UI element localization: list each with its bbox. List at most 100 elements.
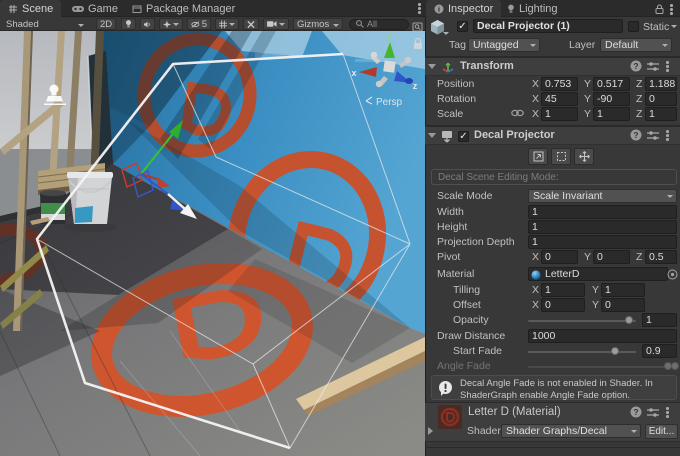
scene-lighting-toggle[interactable] [121, 18, 136, 30]
axis-y-label: Y [592, 299, 599, 312]
tab-game[interactable]: Game [64, 0, 126, 17]
angle-fade-warning-box: Decal Angle Fade is not enabled in Shade… [431, 375, 677, 400]
material-preview-thumbnail[interactable] [438, 405, 462, 429]
grid-icon [219, 20, 227, 29]
component-tools-button[interactable] [243, 18, 259, 30]
rotation-z-field[interactable]: 0 [645, 92, 677, 106]
material-foldout[interactable] [428, 427, 433, 435]
transform-presets-icon[interactable] [647, 61, 659, 72]
transform-menu-icon[interactable] [666, 61, 669, 72]
start-fade-slider[interactable] [528, 351, 636, 353]
width-field[interactable]: 1 [528, 205, 677, 219]
tab-lighting[interactable]: Lighting [499, 0, 566, 17]
start-fade-field[interactable]: 0.9 [642, 344, 677, 358]
persp-text: Persp [376, 97, 403, 108]
decal-projector-presets-icon[interactable] [647, 130, 659, 141]
pivot-y-field[interactable]: 0 [593, 250, 630, 264]
scene-search-input[interactable]: All [349, 19, 409, 30]
decal-pivot-mode-button[interactable] [574, 148, 594, 165]
scale-link-icon[interactable] [511, 109, 524, 117]
gameobject-name-field[interactable]: Decal Projector (1) [473, 19, 623, 33]
axis-z-label: Z [636, 108, 642, 121]
angle-fade-label: Angle Fade [437, 360, 491, 373]
chevron-down-icon [333, 24, 339, 27]
scene-viewport[interactable]: y x z Persp [0, 31, 425, 456]
projection-depth-field[interactable]: 1 [528, 235, 677, 249]
position-x-field[interactable]: 0.753 [541, 77, 578, 91]
pivot-z-field[interactable]: 0.5 [645, 250, 677, 264]
axis-x-label: X [532, 78, 539, 91]
info-icon: i [434, 4, 444, 14]
toggle-2d-button[interactable]: 2D [96, 18, 116, 30]
offset-y-field[interactable]: 0 [601, 298, 645, 312]
start-fade-slider-knob[interactable] [611, 347, 619, 355]
axis-x-label: X [532, 93, 539, 106]
material-menu-icon[interactable] [666, 407, 669, 418]
tab-scene[interactable]: Scene [0, 0, 61, 17]
axis-z-label: Z [636, 93, 642, 106]
scale-label: Scale [437, 108, 463, 121]
height-label: Height [437, 221, 467, 234]
decal-projector-help-icon[interactable]: ? [630, 129, 642, 141]
scene-camera-dropdown[interactable] [263, 18, 289, 30]
scene-tab-menu-icon[interactable] [418, 3, 421, 14]
static-chevron[interactable] [671, 25, 677, 28]
shading-mode-dropdown[interactable]: Shaded [2, 18, 88, 30]
scene-effects-dropdown[interactable] [159, 18, 183, 30]
tab-inspector[interactable]: i Inspector [426, 0, 501, 17]
tiling-x-field[interactable]: 1 [541, 283, 585, 297]
draw-distance-label: Draw Distance [437, 330, 505, 343]
opacity-label: Opacity [453, 314, 489, 327]
axis-y-label: Y [584, 108, 591, 121]
opacity-slider-knob[interactable] [625, 316, 633, 324]
material-object-field[interactable]: LetterD [528, 267, 668, 281]
scale-x-field[interactable]: 1 [541, 107, 578, 121]
inspector-menu-icon[interactable] [670, 4, 673, 15]
tab-package-manager[interactable]: Package Manager [124, 0, 243, 17]
transform-icon [441, 60, 455, 74]
crop-edit-icon [556, 151, 567, 162]
decal-projector-enabled-checkbox[interactable]: ✓ [458, 131, 469, 142]
scale-z-field[interactable]: 1 [645, 107, 677, 121]
tiling-y-field[interactable]: 1 [601, 283, 645, 297]
layer-dropdown[interactable]: Default [600, 38, 672, 52]
offset-x-field[interactable]: 0 [541, 298, 585, 312]
gameobject-enabled-checkbox[interactable]: ✓ [457, 21, 468, 32]
scene-audio-toggle[interactable] [140, 18, 155, 30]
chevron-down-icon [78, 24, 84, 27]
height-field[interactable]: 1 [528, 220, 677, 234]
lock-icon[interactable] [655, 4, 664, 14]
material-presets-icon[interactable] [647, 407, 659, 418]
decal-projector-menu-icon[interactable] [666, 130, 669, 141]
decal-projector-foldout[interactable] [428, 133, 436, 138]
transform-help-icon[interactable]: ? [630, 60, 642, 72]
gizmo-axis-z-label: z [413, 81, 418, 91]
object-picker-icon[interactable] [667, 269, 678, 280]
position-y-field[interactable]: 0.517 [593, 77, 630, 91]
rotation-x-field[interactable]: 45 [541, 92, 578, 106]
gizmos-dropdown[interactable]: Gizmos [293, 18, 343, 30]
shading-mode-label: Shaded [6, 19, 39, 30]
position-z-field[interactable]: 1.188 [645, 77, 677, 91]
opacity-slider[interactable] [528, 320, 636, 322]
scale-mode-dropdown[interactable]: Scale Invariant [528, 189, 677, 203]
decal-scale-mode-button[interactable] [528, 148, 548, 165]
draw-distance-field[interactable]: 1000 [528, 329, 677, 343]
scale-y-field[interactable]: 1 [593, 107, 630, 121]
tag-dropdown[interactable]: Untagged [468, 38, 540, 52]
search-placeholder: All [367, 19, 377, 29]
material-help-icon[interactable]: ? [630, 406, 642, 418]
scene-visibility-toggle[interactable]: 5 [187, 18, 211, 30]
static-checkbox[interactable] [628, 21, 639, 32]
transform-foldout[interactable] [428, 64, 436, 69]
shader-dropdown[interactable]: Shader Graphs/Decal [501, 424, 641, 438]
hidden-count-label: 5 [202, 19, 207, 30]
opacity-field[interactable]: 1 [642, 313, 677, 327]
rotation-y-field[interactable]: -90 [593, 92, 630, 106]
shader-edit-button[interactable]: Edit... [645, 424, 678, 439]
gameobject-icon-chevron[interactable] [443, 32, 449, 35]
pivot-x-field[interactable]: 0 [541, 250, 578, 264]
scene-grid-dropdown[interactable] [215, 18, 239, 30]
tag-value: Untagged [473, 39, 519, 51]
decal-crop-mode-button[interactable] [551, 148, 571, 165]
